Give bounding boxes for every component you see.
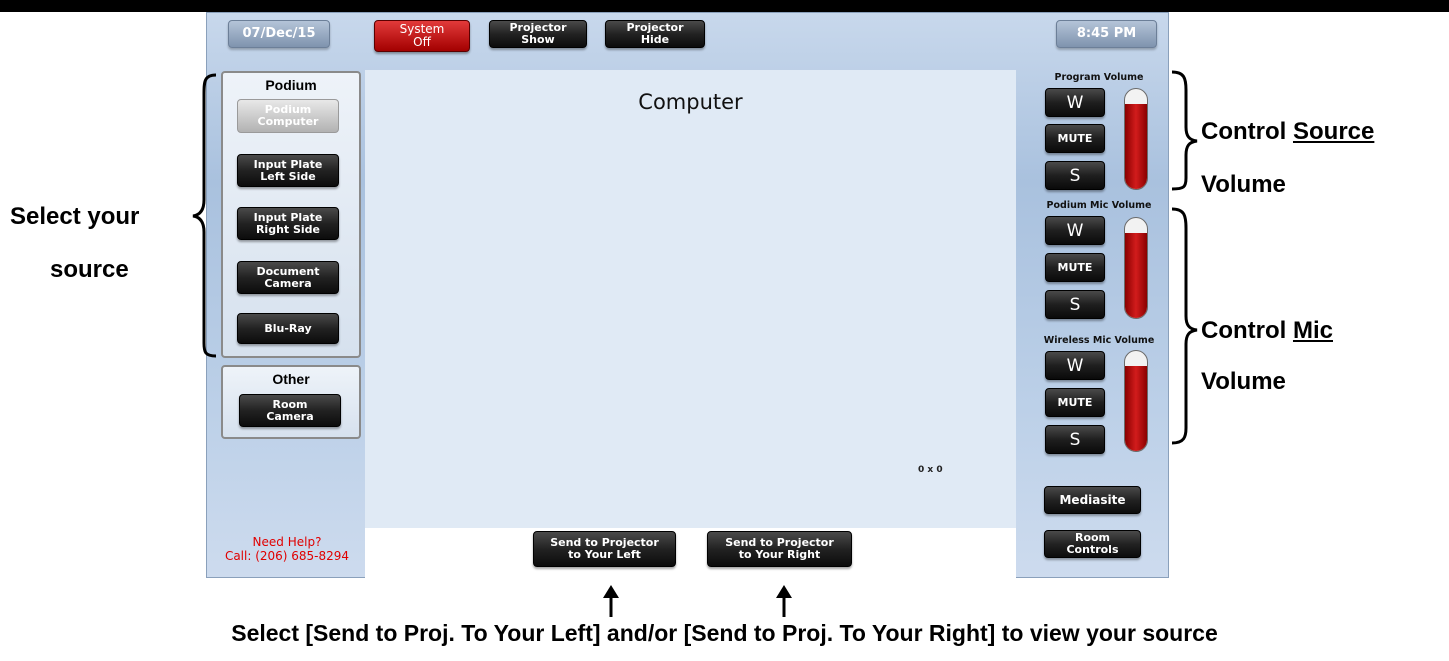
podium-mic-volume-up-button[interactable]: W	[1045, 216, 1105, 245]
control-mic-word: Mic	[1292, 317, 1333, 344]
control-source-word: Source	[1292, 118, 1375, 145]
program-volume-level-fill	[1125, 104, 1147, 189]
podium-mic-volume-title: Podium Mic Volume	[1046, 200, 1152, 211]
annotation-select-source-line1: Select your	[10, 203, 140, 230]
send-to-projector-left-button[interactable]: Send to Projector to Your Left	[533, 531, 676, 567]
source-preview-area: Computer 0 x 0	[365, 70, 1016, 528]
room-controls-button[interactable]: Room Controls	[1044, 530, 1141, 558]
control-source-prefix: Control	[1201, 118, 1293, 145]
send-to-projector-right-button[interactable]: Send to Projector to Your Right	[707, 531, 852, 567]
resolution-readout: 0 x 0	[918, 465, 943, 475]
podium-mic-volume-down-button[interactable]: S	[1045, 290, 1105, 319]
source-blu-ray-button[interactable]: Blu-Ray	[237, 313, 339, 344]
annotation-bottom-instruction: Select [Send to Proj. To Your Left] and/…	[231, 620, 1218, 646]
wireless-mic-volume-up-button[interactable]: W	[1045, 351, 1105, 380]
wireless-mic-volume-level-fill	[1125, 366, 1147, 451]
help-contact: Need Help? Call: (206) 685-8294	[212, 535, 362, 564]
help-phone: Call: (206) 685-8294	[224, 548, 350, 563]
annotation-control-mic-line2: Volume	[1201, 368, 1286, 395]
podium-group-title: Podium	[265, 77, 317, 93]
program-volume-up-button[interactable]: W	[1045, 88, 1105, 117]
mediasite-button[interactable]: Mediasite	[1044, 486, 1141, 514]
program-volume-title: Program Volume	[1054, 72, 1144, 83]
top-black-bar	[0, 0, 1449, 12]
control-mic-prefix: Control	[1201, 317, 1293, 344]
annotation-control-source-line2: Volume	[1201, 171, 1286, 198]
date-display: 07/Dec/15	[228, 20, 330, 48]
time-display: 8:45 PM	[1056, 20, 1157, 48]
podium-mic-volume-level-meter[interactable]	[1124, 217, 1148, 319]
program-volume-mute-button[interactable]: MUTE	[1045, 124, 1105, 153]
annotation-control-source-line1: Control Source	[1201, 118, 1374, 146]
help-title: Need Help?	[252, 535, 322, 549]
wireless-mic-volume-level-meter[interactable]	[1124, 350, 1148, 452]
source-room-camera-button[interactable]: Room Camera	[239, 394, 341, 427]
podium-mic-volume-level-fill	[1125, 233, 1147, 318]
projector-show-button[interactable]: Projector Show	[489, 20, 587, 48]
right-brace-mic-icon	[1171, 207, 1198, 445]
source-input-plate-right-button[interactable]: Input Plate Right Side	[237, 207, 339, 240]
program-volume-level-meter[interactable]	[1124, 88, 1148, 190]
podium-mic-volume-mute-button[interactable]: MUTE	[1045, 253, 1105, 282]
wireless-mic-volume-down-button[interactable]: S	[1045, 425, 1105, 454]
annotation-control-mic-line1: Control Mic	[1201, 317, 1333, 345]
source-podium-computer-button[interactable]: Podium Computer	[237, 99, 339, 133]
program-volume-down-button[interactable]: S	[1045, 161, 1105, 190]
right-brace-source-icon	[1171, 70, 1198, 191]
annotation-select-source-line2: source	[50, 256, 129, 283]
current-source-title: Computer	[638, 90, 743, 114]
wireless-mic-volume-title: Wireless Mic Volume	[1043, 335, 1155, 346]
projector-hide-button[interactable]: Projector Hide	[605, 20, 705, 48]
source-input-plate-left-button[interactable]: Input Plate Left Side	[237, 154, 339, 187]
source-document-camera-button[interactable]: Document Camera	[237, 261, 339, 294]
system-off-button[interactable]: System Off	[374, 20, 470, 52]
bottom-button-strip	[365, 528, 1016, 578]
other-group-title: Other	[272, 371, 310, 387]
wireless-mic-volume-mute-button[interactable]: MUTE	[1045, 388, 1105, 417]
